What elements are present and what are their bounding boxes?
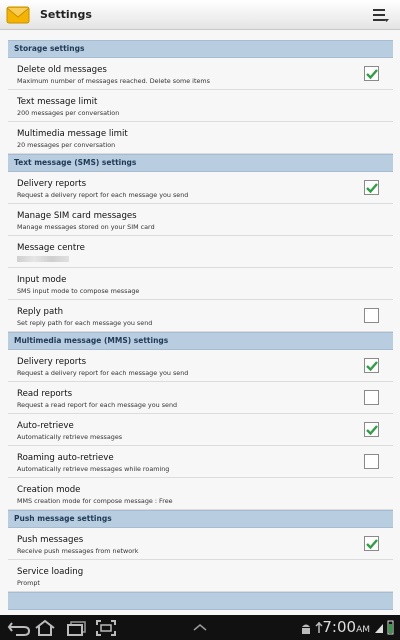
clock-ampm: AM [356,625,370,635]
settings-row[interactable]: Auto-retrieve Automatically retrieve mess… [8,414,393,446]
checkbox-checked[interactable] [364,180,379,195]
setting-subtitle: MMS creation mode for compose message : … [17,497,173,505]
back-icon[interactable] [6,619,32,637]
section-header: Storage settings [8,40,393,58]
setting-title: Message centre [17,243,85,253]
up-arrow-icon[interactable] [192,619,208,637]
checkbox-checked[interactable] [364,358,379,373]
redacted-value [17,256,69,262]
settings-row[interactable]: Input mode SMS input mode to compose mess… [8,268,393,300]
setting-title: Delete old messages [17,65,107,75]
system-navigation-bar: 7:00AM [0,615,400,640]
settings-row[interactable]: Read reports Request a read report for ea… [8,382,393,414]
checkmark-icon [366,425,378,436]
clock: 7:00AM [322,618,370,636]
checkbox-checked[interactable] [364,66,379,81]
setting-title: Service loading [17,567,84,577]
setting-subtitle: Prompt [17,579,40,587]
title-bar: Settings [0,0,400,30]
settings-row[interactable]: Manage SIM card messages Manage messages … [8,204,393,236]
setting-subtitle: Maximum number of messages reached. Dele… [17,77,210,85]
section-header: Text message (SMS) settings [8,154,393,172]
battery-icon [387,620,394,635]
clock-time: 7:00 [322,618,357,636]
menu-icon[interactable] [372,7,390,23]
setting-title: Read reports [17,389,73,399]
checkmark-icon [366,183,378,194]
signal-icon [375,624,383,633]
settings-row[interactable]: Delivery reports Request a delivery repor… [8,350,393,382]
setting-subtitle: 200 messages per conversation [17,109,120,117]
android-icon [302,624,310,634]
setting-subtitle: Set reply path for each message you send [17,319,153,327]
settings-list: Storage settings Delete old messages Maxim… [8,40,393,610]
checkbox-unchecked[interactable] [364,308,379,323]
settings-row[interactable]: Creation mode MMS creation mode for compo… [8,478,393,510]
settings-row[interactable]: Roaming auto-retrieve Automatically retri… [8,446,393,478]
checkbox-checked[interactable] [364,422,379,437]
setting-title: Reply path [17,307,64,317]
setting-subtitle: Automatically retrieve messages [17,433,123,441]
setting-subtitle: Request a delivery report for each messa… [17,191,189,199]
checkmark-icon [366,361,378,372]
settings-row[interactable]: Message centre [8,236,393,268]
checkbox-checked[interactable] [364,536,379,551]
setting-subtitle: Request a delivery report for each messa… [17,369,189,377]
envelope-icon[interactable] [6,4,30,26]
setting-subtitle: Manage messages stored on your SIM card [17,223,155,231]
settings-row[interactable]: Delete old messages Maximum number of mes… [8,58,393,90]
settings-content[interactable]: Storage settings Delete old messages Maxim… [0,30,400,615]
setting-subtitle: Request a read report for each message y… [17,401,178,409]
setting-subtitle: SMS input mode to compose message [17,287,140,295]
setting-title: Auto-retrieve [17,421,74,431]
setting-subtitle: Automatically retrieve messages while ro… [17,465,170,473]
settings-row[interactable]: Service loading Prompt [8,560,393,592]
setting-subtitle: Receive push messages from network [17,547,139,555]
checkmark-icon [366,539,378,550]
checkmark-icon [366,69,378,80]
settings-row[interactable]: Multimedia message limit 20 messages per … [8,122,393,154]
checkbox-unchecked[interactable] [364,390,379,405]
setting-title: Roaming auto-retrieve [17,453,114,463]
setting-title: Delivery reports [17,179,87,189]
setting-title: Creation mode [17,485,81,495]
setting-subtitle: 20 messages per conversation [17,141,116,149]
settings-row[interactable]: Text message limit 200 messages per conve… [8,90,393,122]
setting-title: Input mode [17,275,67,285]
setting-title: Multimedia message limit [17,129,128,139]
screenshot-icon[interactable] [95,619,117,637]
setting-title: Push messages [17,535,84,545]
setting-title: Delivery reports [17,357,87,367]
settings-row[interactable]: Reply path Set reply path for each messag… [8,300,393,332]
setting-title: Manage SIM card messages [17,211,137,221]
setting-title: Text message limit [17,97,98,107]
home-icon[interactable] [34,619,56,637]
settings-row[interactable]: Delivery reports Request a delivery repor… [8,172,393,204]
recent-apps-icon[interactable] [66,619,88,637]
checkbox-unchecked[interactable] [364,454,379,469]
settings-row[interactable]: Push messages Receive push messages from … [8,528,393,560]
section-header-partial [8,592,393,610]
section-header: Push message settings [8,510,393,528]
page-title: Settings [40,8,92,21]
section-header: Multimedia message (MMS) settings [8,332,393,350]
